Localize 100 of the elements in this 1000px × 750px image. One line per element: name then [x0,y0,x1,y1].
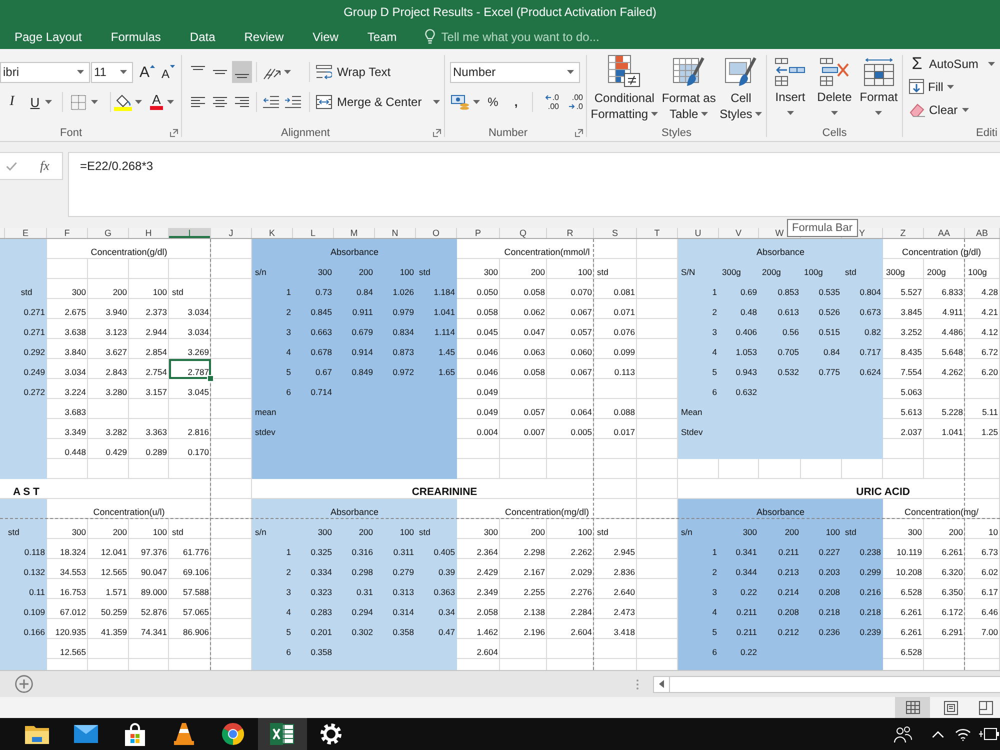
data-value: 0.316 [352,547,373,557]
insert-function-button[interactable]: fx [40,158,50,174]
clear-button[interactable]: Clear [903,98,969,121]
dialog-launcher-icon[interactable] [575,129,583,137]
tell-me-search-field[interactable]: Tell me what you want to do... [441,28,616,46]
autosum-button[interactable]: Σ AutoSum [903,52,996,75]
increase-decimal-button[interactable]: .0 .00 [537,91,559,113]
column-header[interactable]: U [678,228,718,238]
column-header[interactable]: AB [965,228,999,238]
data-value: 3.045 [188,387,209,397]
data-label: std [8,527,20,537]
check-icon[interactable] [6,162,17,170]
dialog-launcher-icon[interactable] [433,129,441,137]
column-header[interactable]: Q [500,228,546,238]
column-header[interactable]: O [416,228,456,238]
data-value: 0.238 [860,547,881,557]
ribbon-tab[interactable]: Team [352,24,412,49]
data-value: 1.65 [438,367,455,377]
ribbon-tab[interactable]: Data [175,24,230,49]
data-value: 3 [286,587,291,597]
format-as-table-button[interactable]: Format as Table [662,55,716,125]
column-header[interactable]: H [129,228,168,238]
fill-handle[interactable] [207,375,214,382]
normal-view-button[interactable] [895,697,930,718]
dialog-launcher-icon[interactable] [170,129,178,137]
formula-input[interactable]: =E22/0.268*3 [68,152,1000,217]
format-button[interactable]: Format [858,55,900,125]
active-cell[interactable]: 2.787 [169,359,211,379]
plus-circle-icon[interactable] [15,675,33,693]
column-header[interactable]: I [169,228,210,238]
data-label: std [419,527,430,537]
delete-button[interactable]: Delete [814,55,856,125]
data-value: 0.405 [434,547,455,557]
percent-button[interactable]: % [486,91,500,113]
data-value: 0.873 [392,347,414,357]
bar-grid-icon [608,55,640,87]
folder-icon [25,724,49,744]
insert-button[interactable]: Insert [769,55,812,125]
conditional-formatting-button[interactable]: Conditional Formatting [590,55,658,125]
decrease-decimal-button[interactable]: .00 .0 [561,91,583,113]
data-value: 2.854 [146,347,167,357]
grow-font-button[interactable]: A [137,61,157,83]
column-header[interactable]: G [88,228,128,238]
underline-button[interactable]: U [26,91,56,113]
data-value: 0.344 [736,567,757,577]
ribbon-tab[interactable]: View [298,24,353,49]
table-title: Absorbance [330,507,379,517]
data-value: 0.31 [356,587,373,597]
column-header[interactable]: M [334,228,374,238]
data-value: 1.053 [736,347,757,357]
cell-styles-button[interactable]: Cell Styles [720,55,762,125]
caret-icon [701,112,708,116]
ribbon-tab[interactable]: Formulas [96,24,176,49]
data-value: 61.776 [183,547,209,557]
data-value: 3 [712,587,717,597]
caret-left-icon[interactable] [659,680,664,688]
battery-icon[interactable] [979,728,999,740]
data-label: 300g [722,267,741,277]
font-color-button[interactable]: A [147,91,177,113]
data-value: 0.298 [352,567,373,577]
column-header[interactable]: L [293,228,333,238]
italic-button[interactable]: I [3,91,21,113]
data-value: 1 [712,287,717,297]
column-header[interactable]: N [375,228,415,238]
table-title: Concentration(mmol/l [504,247,590,257]
taskbar-button[interactable] [258,718,306,750]
number-format-dropdown[interactable]: Number [450,62,580,82]
column-header[interactable]: R [547,228,593,238]
data-label: std [845,267,856,277]
column-header[interactable]: V [719,228,758,238]
column-header[interactable]: P [457,228,499,238]
people-icon[interactable] [894,726,912,742]
ribbon-tab[interactable]: Review [230,24,298,49]
caret-icon [947,84,954,88]
fill-button[interactable]: Fill [903,75,954,98]
merge-center-button[interactable]: Merge & Center [316,91,440,113]
column-header[interactable]: E [5,228,46,238]
column-header[interactable]: K [252,228,292,238]
caret-icon [651,112,658,116]
wifi-icon[interactable] [955,728,971,740]
column-header[interactable]: AA [924,228,964,238]
data-value: 6 [712,387,717,397]
column-header[interactable]: S [594,228,636,238]
ribbon-tab[interactable]: Page Layout [0,24,96,49]
data-value: 57.588 [183,587,209,597]
data-value: 0.005 [570,427,592,437]
font-name-dropdown[interactable]: ibri [0,62,90,82]
column-header[interactable]: F [47,228,87,238]
chevron-up-icon[interactable] [932,730,944,738]
shrink-font-button[interactable]: A [159,61,177,83]
comma-button[interactable]: , [510,91,522,113]
horizontal-scrollbar[interactable] [653,676,1000,692]
column-header[interactable]: J [211,228,251,238]
font-size-dropdown[interactable]: 11 [91,62,133,82]
column-header[interactable]: Z [883,228,923,238]
column-header[interactable]: T [637,228,677,238]
wrap-text-button[interactable]: Wrap Text [316,61,391,83]
align-bottom-button[interactable] [232,61,252,83]
data-value: 0.203 [818,567,840,577]
data-value: 300 [484,267,498,277]
